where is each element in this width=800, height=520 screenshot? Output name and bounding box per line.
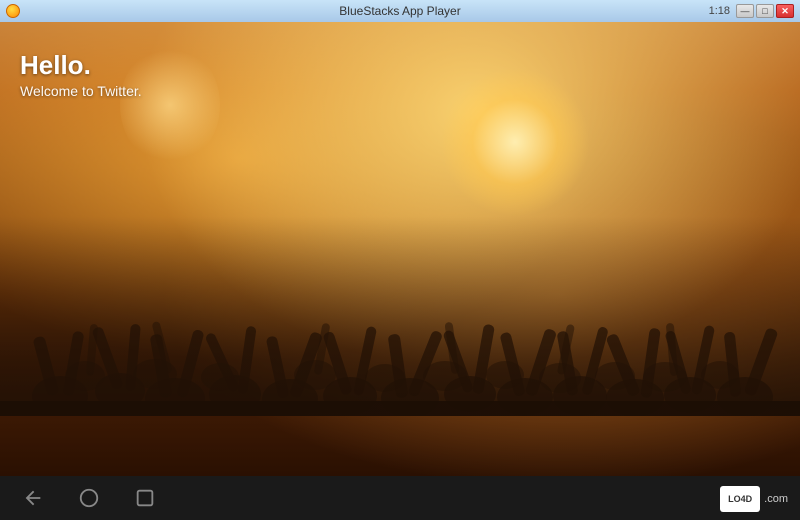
nav-buttons — [20, 485, 158, 511]
title-bar-left — [6, 4, 20, 18]
title-bar: BlueStacks App Player 1:18 — □ ✕ — [0, 0, 800, 22]
lo4d-logo: LO4D — [720, 486, 760, 512]
watermark: LO4D .com — [720, 486, 788, 512]
concert-background: Hello. Welcome to Twitter. — [0, 22, 800, 476]
recents-button[interactable] — [132, 485, 158, 511]
clock: 1:18 — [709, 5, 730, 17]
home-icon — [78, 487, 100, 509]
hero-subheading: Welcome to Twitter. — [20, 83, 142, 99]
hero-heading: Hello. — [20, 50, 142, 81]
minimize-button[interactable]: — — [736, 4, 754, 18]
back-button[interactable] — [20, 485, 46, 511]
maximize-button[interactable]: □ — [756, 4, 774, 18]
app-icon — [6, 4, 20, 18]
window-controls: 1:18 — □ ✕ — [709, 4, 794, 18]
main-area: Hello. Welcome to Twitter. Sign up Log i… — [0, 22, 800, 476]
title-bar-title: BlueStacks App Player — [339, 4, 460, 18]
crowd-overlay — [0, 216, 800, 416]
close-button[interactable]: ✕ — [776, 4, 794, 18]
lo4d-suffix: .com — [764, 493, 788, 505]
home-button[interactable] — [76, 485, 102, 511]
recents-icon — [134, 487, 156, 509]
back-icon — [22, 487, 44, 509]
hero-text: Hello. Welcome to Twitter. — [20, 50, 142, 99]
android-nav-bar: LO4D .com — [0, 476, 800, 520]
